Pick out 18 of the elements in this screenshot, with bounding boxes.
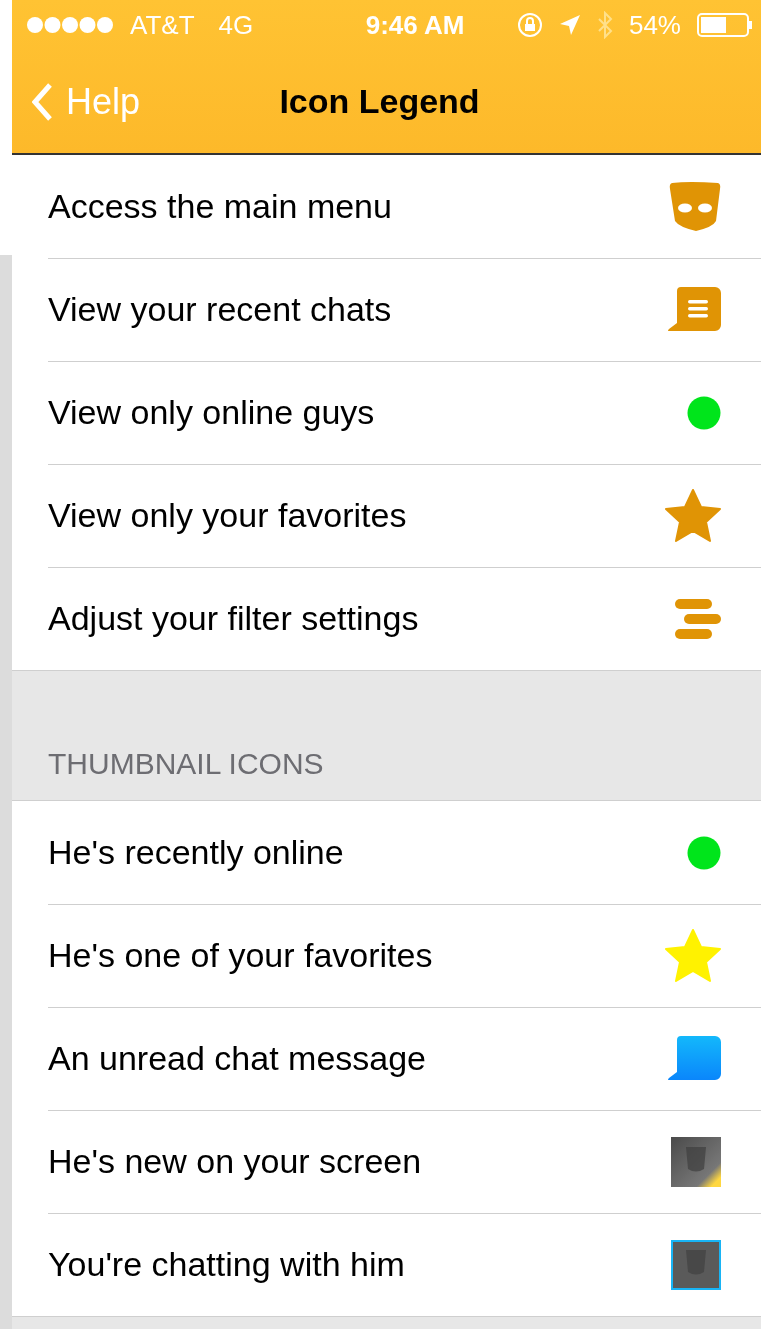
status-time: 9:46 AM [364,8,465,42]
chevron-left-icon [32,82,52,121]
location-arrow-icon [558,14,581,36]
chat-bubble-icon [667,1035,721,1082]
network-type: 4G [218,8,254,42]
chat-bubble-icon [667,286,721,333]
filter-icon [675,598,721,639]
thumbnail-icon [671,1136,721,1187]
signal-icon [26,16,114,34]
mask-icon [669,180,721,233]
battery-percent: 54% [628,8,681,42]
rotation-lock-icon [516,12,543,38]
thumbnail-icon [671,1239,721,1290]
battery-icon [697,13,753,37]
screen-title: Icon Legend [279,81,480,122]
carrier-name: AT&T [130,8,195,42]
section-header: THUMBNAIL ICONS [48,746,324,782]
bluetooth-icon [596,11,613,39]
